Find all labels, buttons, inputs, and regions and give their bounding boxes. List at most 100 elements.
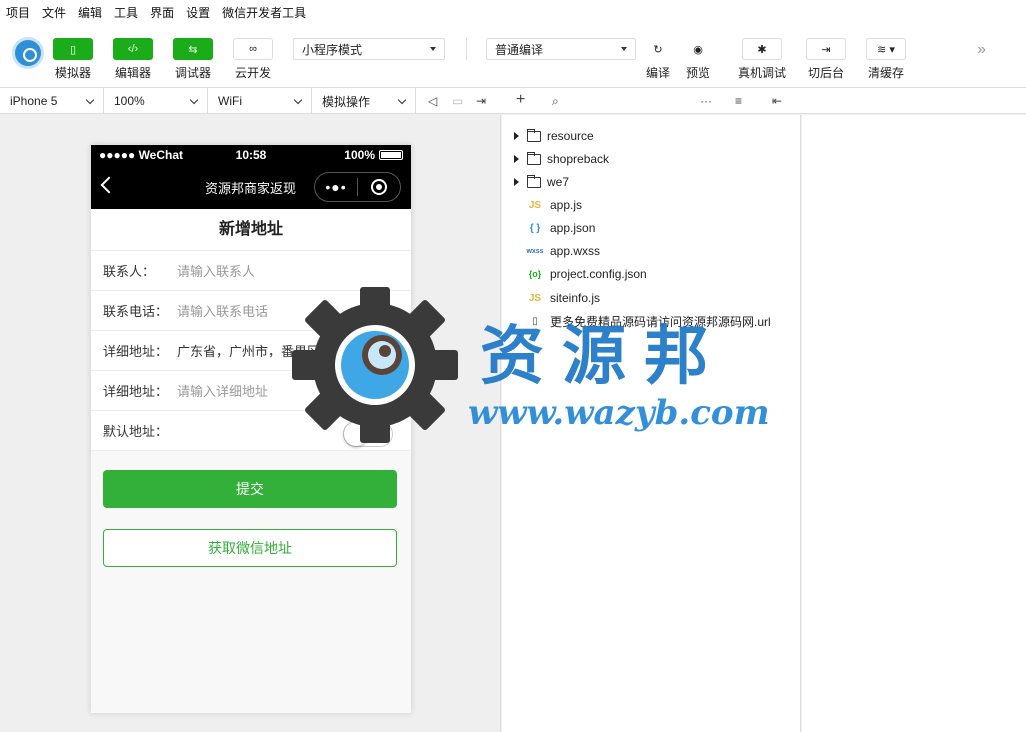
- menu-devtools[interactable]: 微信开发者工具: [222, 4, 306, 21]
- preview-label: 预览: [685, 66, 710, 80]
- contact-label: 联系人：: [103, 264, 156, 279]
- volume-icon[interactable]: ◁: [428, 94, 437, 108]
- zoom-select[interactable]: 100%: [104, 88, 208, 114]
- folder-icon: [527, 151, 541, 165]
- file-name: project.config.json: [550, 267, 647, 281]
- search-icon[interactable]: ⌕: [552, 94, 559, 109]
- bug-icon: ✱: [757, 43, 767, 56]
- clear-cache-button[interactable]: ≋ ▾: [866, 38, 906, 60]
- js-file-icon: JS: [528, 199, 542, 211]
- battery-icon: [379, 150, 403, 160]
- editor-label: 编辑器: [114, 66, 151, 80]
- file-siteinfo-js[interactable]: JS siteinfo.js: [502, 287, 600, 309]
- submit-button[interactable]: 提交: [103, 470, 397, 508]
- split-panel-icon[interactable]: ⇤: [772, 94, 782, 108]
- switch-out-icon: ⇥: [821, 43, 831, 56]
- address-label: 详细地址：: [103, 384, 169, 399]
- collapse-list-icon[interactable]: ≡: [735, 94, 742, 108]
- operation-select-value: 模拟操作: [322, 94, 371, 109]
- preview-button[interactable]: ◉: [678, 38, 718, 60]
- file-name: 更多免费精品源码请访问资源邦源码网.url: [550, 314, 771, 329]
- file-app-js[interactable]: JS app.js: [502, 194, 582, 216]
- menu-project[interactable]: 项目: [6, 4, 30, 21]
- target-icon: [371, 179, 387, 195]
- menu-edit[interactable]: 编辑: [78, 4, 102, 21]
- chevron-down-icon: [189, 95, 199, 104]
- file-name: app.js: [550, 198, 583, 212]
- detach-icon[interactable]: ⇥: [476, 94, 486, 108]
- double-chevron-right-icon[interactable]: »: [977, 41, 986, 59]
- chevron-down-icon: [397, 95, 407, 104]
- clear-cache-label: 清缓存: [867, 66, 904, 80]
- menu-settings[interactable]: 设置: [186, 4, 210, 21]
- refresh-icon: ↻: [653, 43, 663, 56]
- folder-icon: [527, 174, 541, 188]
- phone-label: 联系电话：: [103, 304, 169, 319]
- code-icon: ‹/›: [127, 43, 139, 55]
- cloud-dev-label: 云开发: [234, 66, 271, 80]
- close-mini-program-button[interactable]: [358, 179, 400, 195]
- mini-program-capsule: •●•: [314, 172, 401, 202]
- caret-down-icon: [621, 47, 627, 51]
- simulator-toggle-button[interactable]: ▯: [53, 38, 93, 60]
- device-select[interactable]: iPhone 5: [0, 88, 104, 114]
- file-project-config[interactable]: {o} project.config.json: [502, 263, 647, 285]
- region-label: 详细地址：: [103, 344, 169, 359]
- status-bar: ●●●●● WeChat 10:58 100%: [91, 145, 411, 165]
- folder-name: shopreback: [547, 152, 610, 166]
- debug-settings-icon: ⇆: [188, 43, 198, 56]
- back-arrow-icon[interactable]: [100, 176, 118, 194]
- mode-select[interactable]: 小程序模式: [293, 38, 445, 60]
- address-row: 详细地址： 请输入详细地址: [91, 371, 411, 411]
- background-button[interactable]: ⇥: [806, 38, 846, 60]
- compile-button[interactable]: ↻: [638, 38, 678, 60]
- file-app-json[interactable]: { } app.json: [502, 217, 596, 239]
- empty-right-panel: [802, 115, 1026, 732]
- expand-arrow-icon[interactable]: [514, 132, 519, 140]
- add-icon[interactable]: +: [516, 91, 525, 109]
- compile-select[interactable]: 普通编译: [486, 38, 636, 60]
- menu-file[interactable]: 文件: [42, 4, 66, 21]
- file-name: app.json: [550, 221, 596, 235]
- js-file-icon: JS: [528, 292, 542, 304]
- cloud-dev-button[interactable]: ∞: [233, 38, 273, 60]
- region-picker[interactable]: 广东省，广州市，番禺区: [177, 341, 320, 360]
- menu-bar: 项目 文件 编辑 工具 界面 设置 微信开发者工具: [0, 0, 1026, 24]
- debugger-toggle-button[interactable]: ⇆: [173, 38, 213, 60]
- editor-toggle-button[interactable]: ‹/›: [113, 38, 153, 60]
- menu-tools[interactable]: 工具: [114, 4, 138, 21]
- default-address-switch[interactable]: [343, 421, 393, 447]
- more-dots-icon[interactable]: •●•: [315, 179, 357, 195]
- operation-select[interactable]: 模拟操作: [312, 88, 416, 114]
- more-icon[interactable]: ···: [700, 94, 712, 108]
- chevron-down-icon: [85, 95, 95, 104]
- debugger-label: 调试器: [174, 66, 211, 80]
- file-url[interactable]: ▯ 更多免费精品源码请访问资源邦源码网.url: [502, 310, 771, 332]
- remote-debug-button[interactable]: ✱: [742, 38, 782, 60]
- contact-input[interactable]: 请输入联系人: [177, 261, 255, 280]
- folder-shopreback[interactable]: shopreback: [502, 148, 609, 170]
- folder-we7[interactable]: we7: [502, 171, 569, 193]
- page-title: 新增地址: [91, 209, 411, 251]
- layers-icon: ≋ ▾: [877, 43, 895, 56]
- eye-icon: ◉: [693, 43, 703, 56]
- mode-select-value: 小程序模式: [302, 42, 363, 57]
- json-file-icon: { }: [529, 222, 541, 234]
- simulator-subbar: iPhone 5 100% WiFi 模拟操作 ◁ ▭ ⇥ + ⌕ ··· ≡ …: [0, 88, 1026, 114]
- wechat-address-button[interactable]: 获取微信地址: [103, 529, 397, 567]
- default-address-label: 默认地址：: [103, 424, 169, 439]
- folder-name: resource: [547, 129, 594, 143]
- menu-view[interactable]: 界面: [150, 4, 174, 21]
- window-icon[interactable]: ▭: [452, 94, 463, 108]
- caret-down-icon: [430, 47, 436, 51]
- phone-input[interactable]: 请输入联系电话: [177, 301, 268, 320]
- network-select[interactable]: WiFi: [208, 88, 312, 114]
- network-select-value: WiFi: [218, 94, 242, 108]
- cloud-link-icon: ∞: [249, 43, 257, 55]
- file-app-wxss[interactable]: wxss app.wxss: [502, 240, 600, 262]
- simulator-label: 模拟器: [54, 66, 91, 80]
- address-input[interactable]: 请输入详细地址: [177, 381, 268, 400]
- expand-arrow-icon[interactable]: [514, 178, 519, 186]
- expand-arrow-icon[interactable]: [514, 155, 519, 163]
- folder-resource[interactable]: resource: [502, 125, 594, 147]
